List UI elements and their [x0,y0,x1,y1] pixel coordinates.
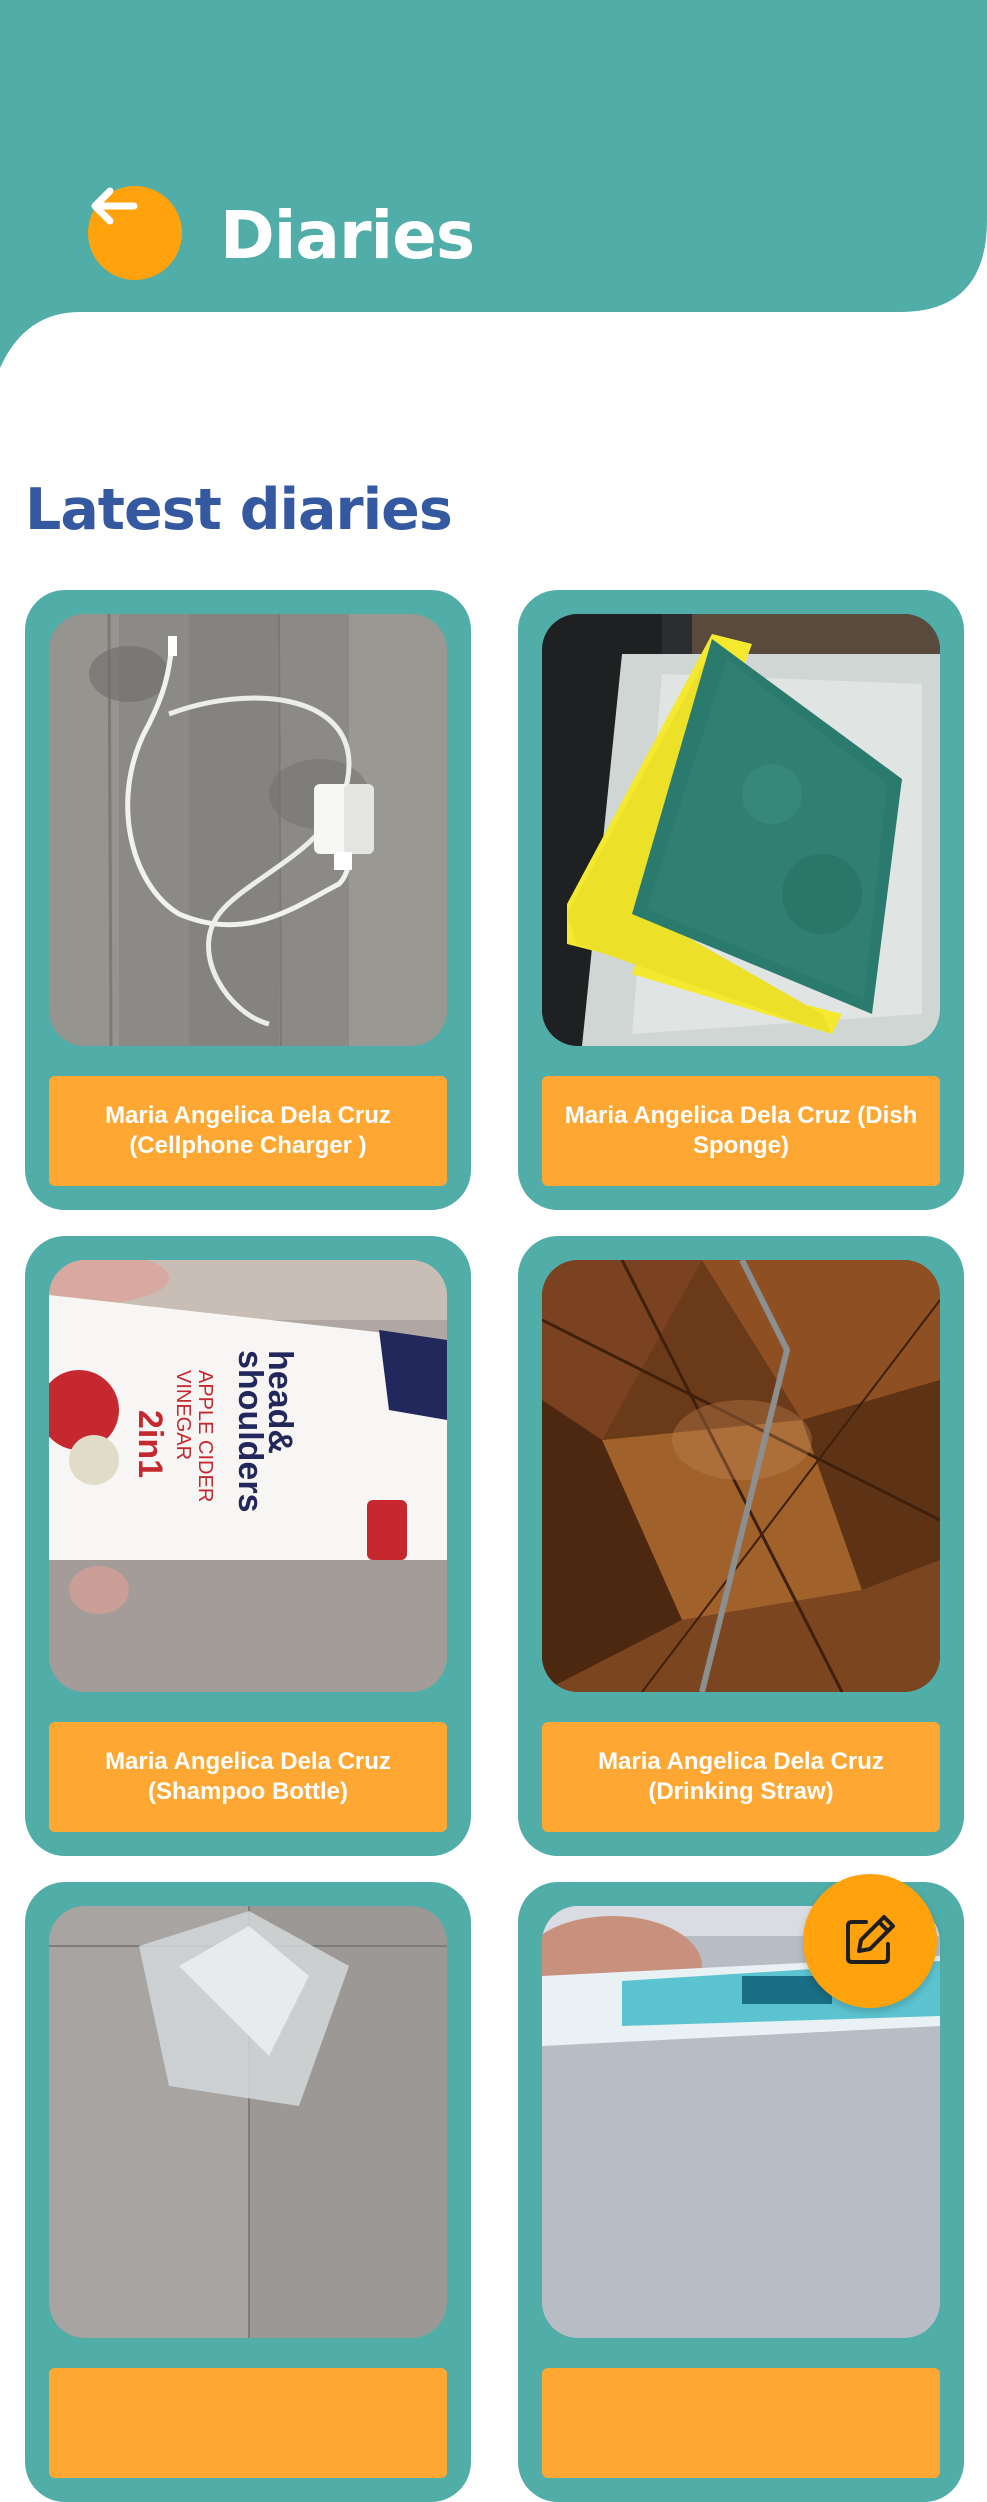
app-header: Diaries [0,0,987,380]
edit-icon [840,1910,900,1973]
drinking-straw-photo [542,1260,940,1692]
new-diary-button[interactable] [803,1874,937,2008]
diary-card[interactable]: head& shoulders APPLE CIDER VINEGAR 2in1… [25,1236,471,1856]
diary-label: Maria Angelica Dela Cruz (Shampoo Bottle… [49,1722,447,1832]
svg-text:shoulders: shoulders [231,1350,269,1512]
svg-text:2in1: 2in1 [131,1410,169,1478]
diary-card[interactable] [25,1882,471,2502]
diary-card[interactable]: Maria Angelica Dela Cruz (Cellphone Char… [25,590,471,1210]
shampoo-bottle-photo: head& shoulders APPLE CIDER VINEGAR 2in1 [49,1260,447,1692]
svg-text:VINEGAR: VINEGAR [172,1370,194,1460]
cellphone-charger-photo [49,614,447,1046]
plastic-bag-photo [49,1906,447,2338]
diary-card[interactable]: Maria Angelica Dela Cruz (Dish Sponge) [518,590,964,1210]
back-button[interactable] [88,186,182,280]
dish-sponge-photo [542,614,940,1046]
diary-label: Maria Angelica Dela Cruz (Dish Sponge) [542,1076,940,1186]
diary-label: Maria Angelica Dela Cruz (Drinking Straw… [542,1722,940,1832]
page-title: Diaries [220,197,475,274]
diary-label [542,2368,940,2478]
svg-text:APPLE CIDER: APPLE CIDER [194,1370,216,1502]
diary-label [49,2368,447,2478]
diary-card[interactable]: Maria Angelica Dela Cruz (Drinking Straw… [518,1236,964,1856]
section-title: Latest diaries [25,477,453,543]
diary-label: Maria Angelica Dela Cruz (Cellphone Char… [49,1076,447,1186]
